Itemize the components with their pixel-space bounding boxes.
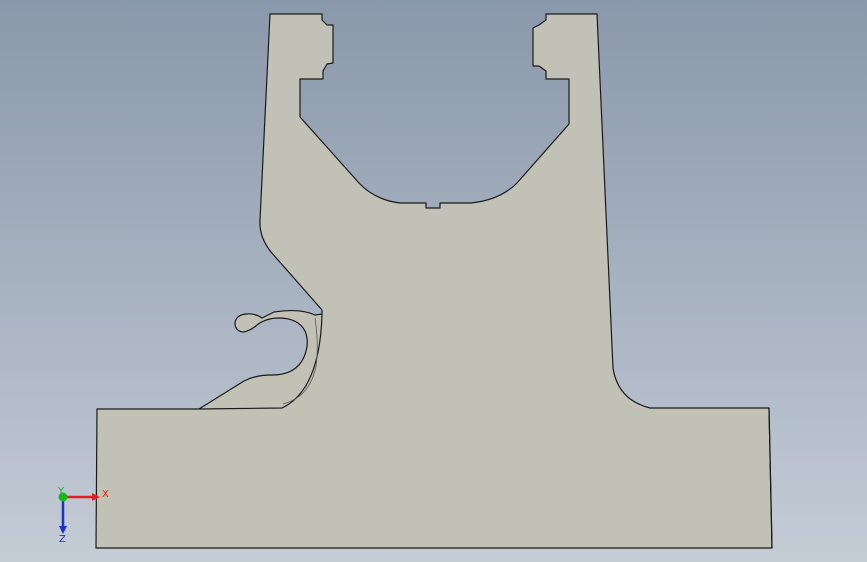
viewport-canvas[interactable]: X Y Z — [0, 0, 867, 562]
triad-x-label: X — [102, 489, 109, 500]
cad-graphics-viewport[interactable]: X Y Z — [0, 0, 867, 562]
triad-z-label: Z — [59, 534, 66, 545]
triad-y-label: Y — [57, 486, 65, 497]
